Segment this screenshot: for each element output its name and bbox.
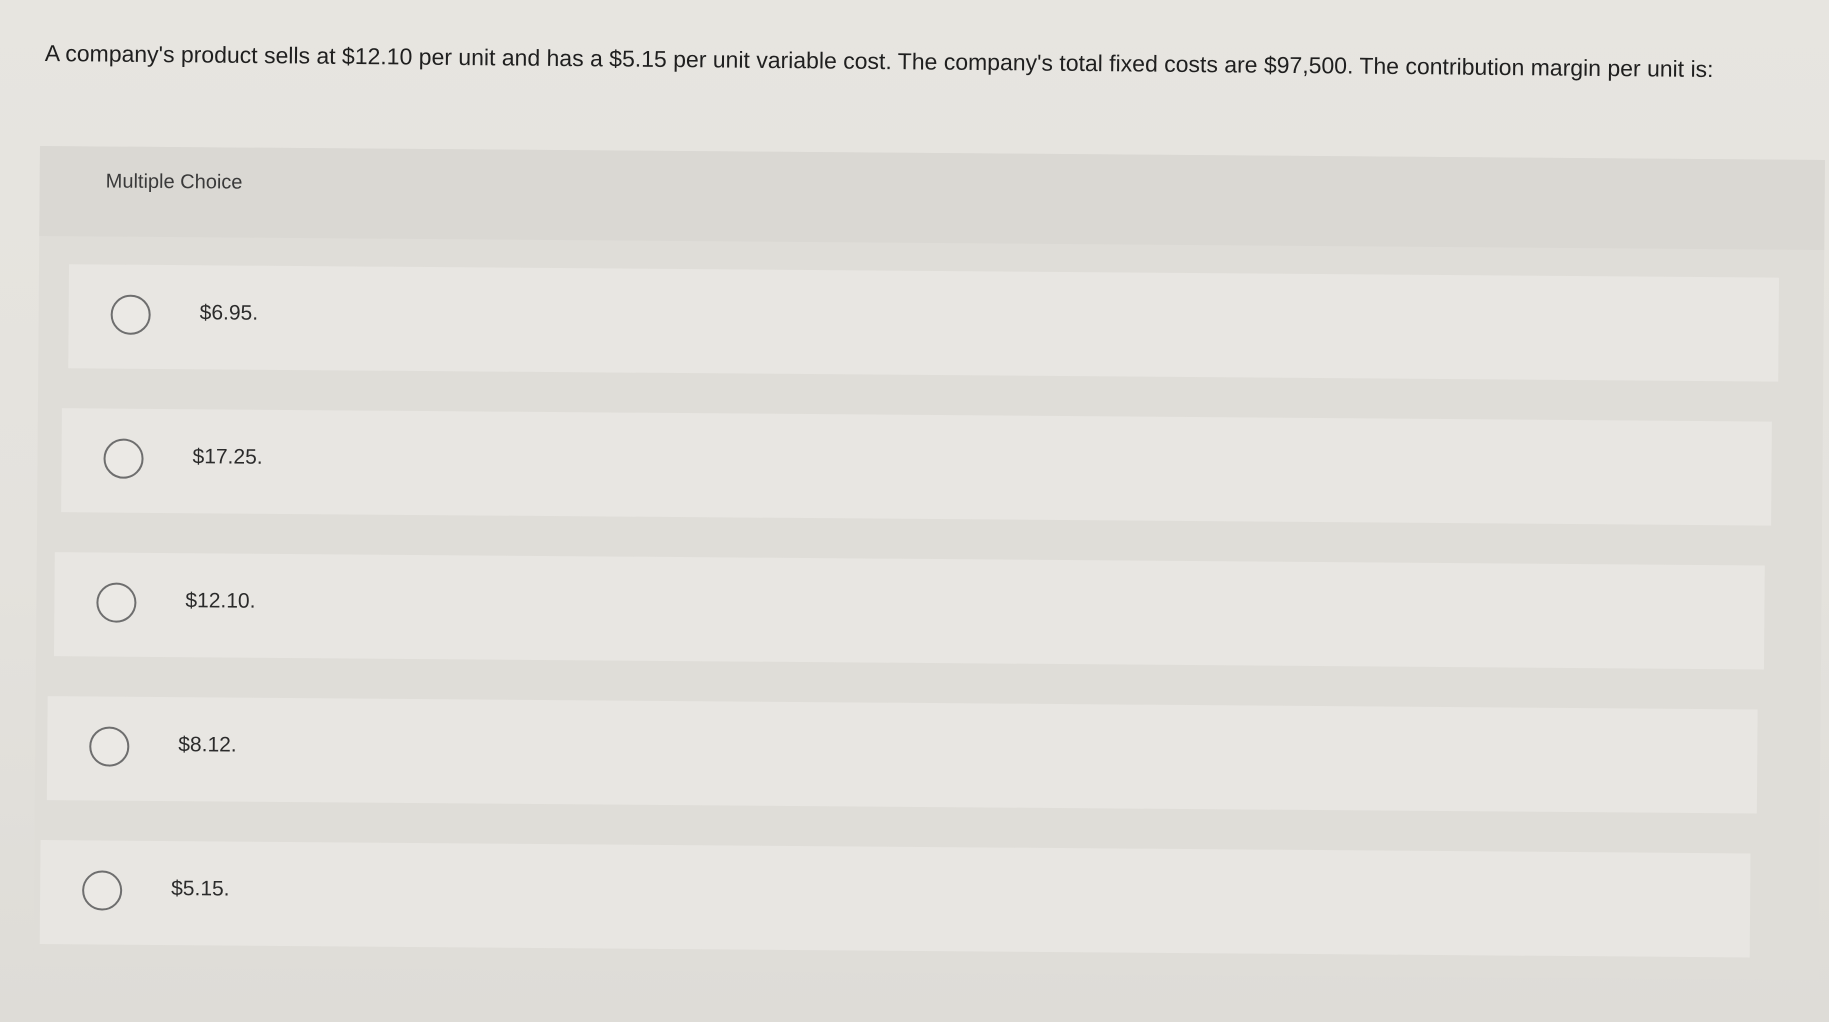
answer-option-label: $6.95.: [199, 301, 259, 325]
answer-options: $6.95. $17.25. $12.10. $8.12. $5.15.: [33, 264, 1824, 998]
answer-option-4[interactable]: $8.12.: [46, 696, 1758, 814]
answer-option-label: $5.15.: [171, 877, 230, 901]
answer-option-3[interactable]: $12.10.: [53, 552, 1765, 670]
answer-option-label: $17.25.: [192, 445, 263, 469]
answer-option-1[interactable]: $6.95.: [68, 264, 1780, 382]
answer-option-2[interactable]: $17.25.: [61, 408, 1772, 526]
question-text: A company's product sells at $12.10 per …: [44, 39, 1714, 83]
radio-button-icon[interactable]: [81, 870, 123, 911]
multiple-choice-label: Multiple Choice: [105, 170, 243, 194]
radio-button-icon[interactable]: [89, 726, 130, 767]
answer-option-5[interactable]: $5.15.: [39, 840, 1751, 958]
radio-button-icon[interactable]: [110, 294, 151, 335]
radio-button-icon[interactable]: [96, 582, 137, 623]
answer-option-label: $8.12.: [178, 733, 237, 757]
multiple-choice-panel: Multiple Choice $6.95. $17.25. $12.10. $…: [33, 146, 1825, 980]
radio-button-icon[interactable]: [103, 438, 144, 479]
answer-option-label: $12.10.: [185, 589, 256, 613]
panel-header: Multiple Choice: [39, 146, 1825, 251]
